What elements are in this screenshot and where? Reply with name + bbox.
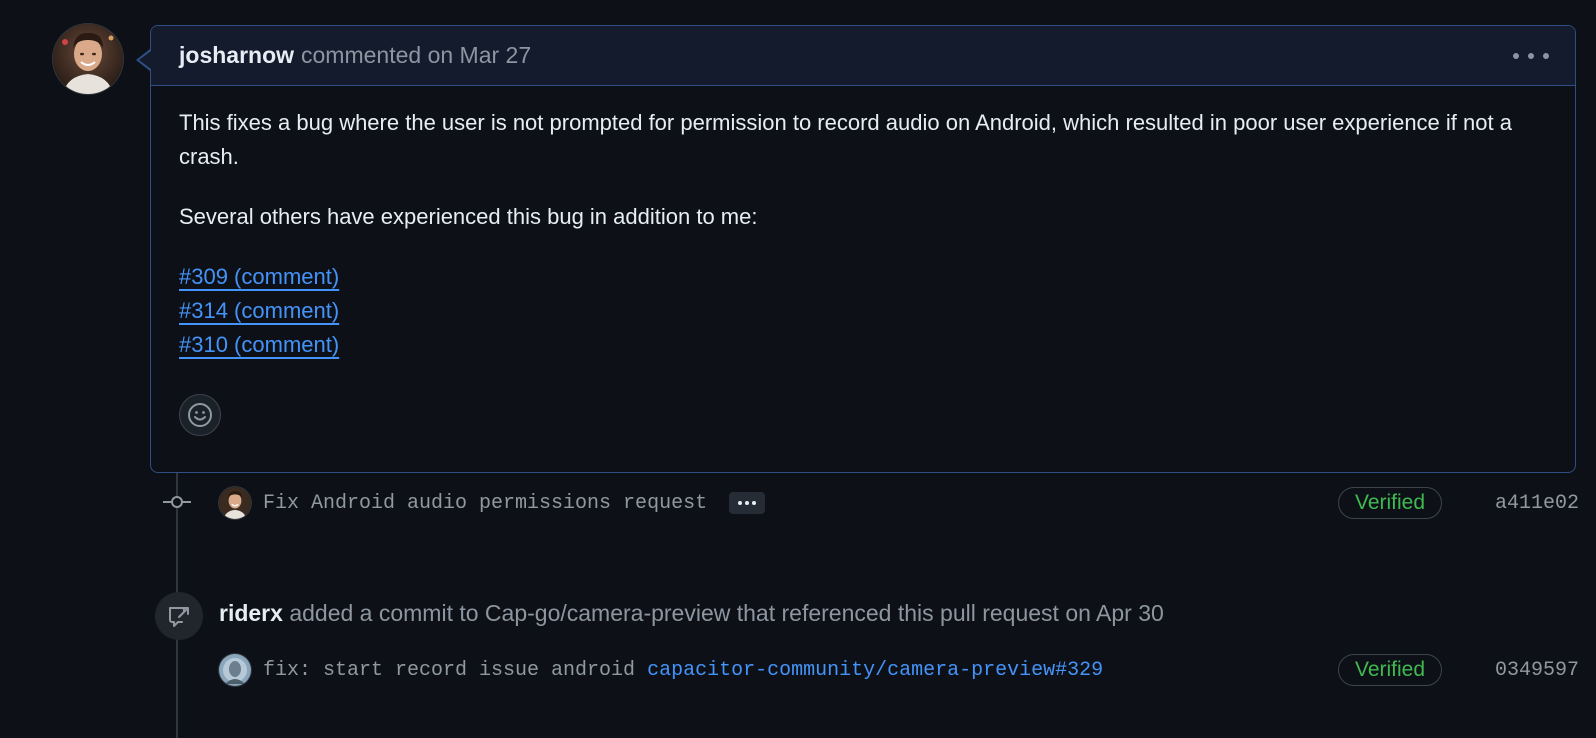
commit-author-avatar[interactable]	[219, 654, 251, 686]
pr-reference-link[interactable]: capacitor-community/camera-preview#329	[647, 659, 1103, 682]
add-reaction-button[interactable]	[179, 394, 221, 436]
comment-header: josharnow commented on Mar 27	[151, 26, 1575, 86]
commit-row: Fix Android audio permissions request Ve…	[219, 487, 1579, 519]
commit-message: fix: start record issue android capacito…	[263, 659, 1103, 682]
comment-paragraph: This fixes a bug where the user is not p…	[179, 110, 1512, 169]
commit-sha[interactable]: a411e02	[1495, 492, 1579, 515]
git-commit-icon	[163, 496, 191, 508]
author-avatar[interactable]	[53, 24, 123, 94]
commit-sha[interactable]: 0349597	[1495, 659, 1579, 682]
comment-body: This fixes a bug where the user is not p…	[151, 86, 1575, 362]
commit-message[interactable]: Fix Android audio permissions request	[263, 492, 707, 515]
event-description: riderx added a commit to Cap-go/camera-p…	[219, 600, 1164, 627]
cross-reference-icon	[155, 592, 203, 640]
comment-paragraph: Several others have experienced this bug…	[179, 204, 758, 229]
pr-timeline: josharnow commented on Mar 27 This fixes…	[0, 0, 1596, 738]
comment-author[interactable]: josharnow	[179, 42, 294, 69]
commit-author-avatar[interactable]	[219, 487, 251, 519]
issue-link[interactable]: #309 (comment)	[179, 260, 1547, 294]
more-options-icon[interactable]	[1513, 44, 1549, 68]
event-actor[interactable]: riderx	[219, 600, 283, 626]
issue-link[interactable]: #314 (comment)	[179, 294, 1547, 328]
verified-badge[interactable]: Verified	[1338, 487, 1442, 519]
commit-row: fix: start record issue android capacito…	[219, 654, 1579, 686]
smiley-icon	[188, 403, 212, 427]
comment-box: josharnow commented on Mar 27 This fixes…	[150, 25, 1576, 473]
reference-links: #309 (comment) #314 (comment) #310 (comm…	[179, 260, 1547, 362]
expand-commit-button[interactable]	[729, 492, 766, 514]
commit-message-text[interactable]: fix: start record issue android	[263, 659, 635, 682]
comment-timestamp[interactable]: commented on Mar 27	[301, 42, 531, 69]
issue-link[interactable]: #310 (comment)	[179, 328, 1547, 362]
verified-badge[interactable]: Verified	[1338, 654, 1442, 686]
comment-pointer-fill	[139, 51, 151, 69]
event-text: added a commit to Cap-go/camera-preview …	[289, 600, 1164, 626]
